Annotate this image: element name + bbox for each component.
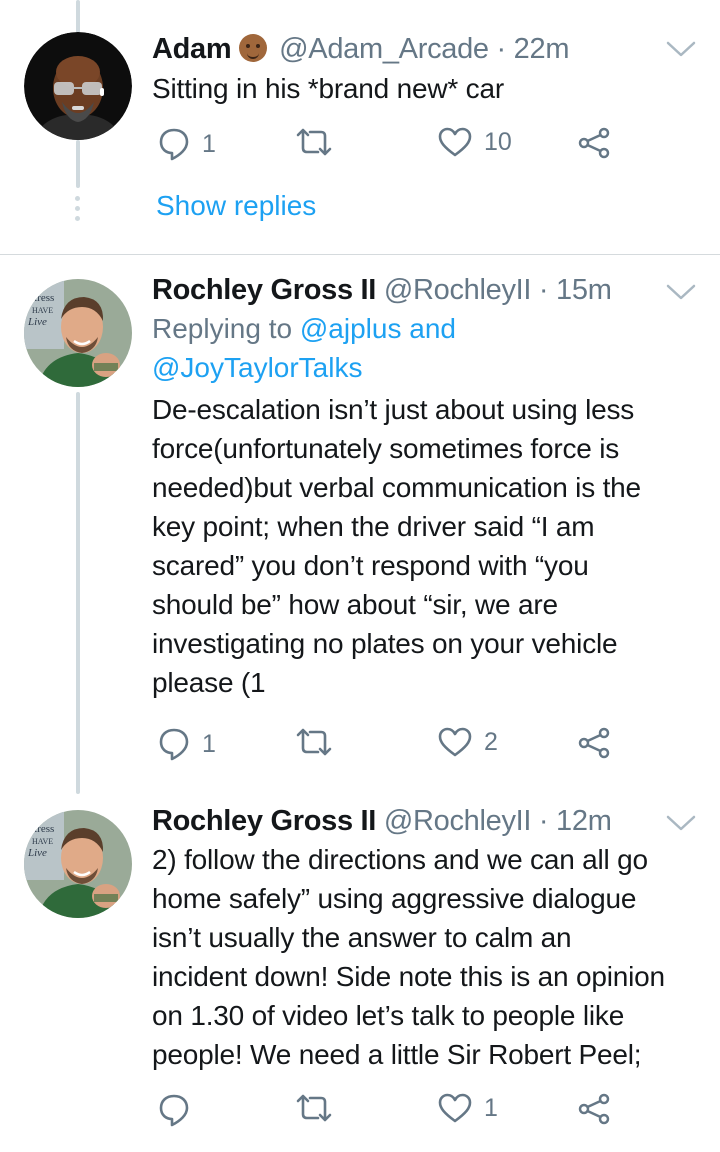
author-name[interactable]: Adam	[152, 33, 232, 65]
reply-icon	[159, 128, 189, 161]
separator: ·	[496, 33, 507, 65]
like-button[interactable]: 10	[438, 127, 512, 157]
tweet-text-line: on 1.30 of video let’s talk to people li…	[152, 1000, 625, 1031]
retweet-button[interactable]	[294, 1093, 346, 1123]
share-button[interactable]	[578, 127, 612, 159]
emoji-icon	[239, 34, 268, 62]
avatar-adam[interactable]	[24, 32, 132, 140]
author-handle[interactable]: @RochleyII	[384, 805, 532, 837]
share-icon	[578, 727, 610, 759]
heart-icon	[438, 127, 472, 157]
author-name[interactable]: Rochley Gross II	[152, 274, 376, 306]
tweet-text: Sitting in his *brand new* car	[152, 73, 504, 104]
tweet-text-line: investigating no plates on your vehicle	[152, 628, 618, 659]
replying-to-label: Replying to	[152, 313, 293, 344]
tweet-actions: 1	[152, 1093, 622, 1133]
author-handle[interactable]: @RochleyII	[384, 274, 532, 306]
reply-button[interactable]: 1	[158, 127, 216, 161]
avatar-rochley[interactable]: Stress HAVE Live	[24, 810, 132, 918]
share-button[interactable]	[578, 1093, 612, 1125]
reply-button[interactable]: 1	[158, 727, 216, 761]
author-name[interactable]: Rochley Gross II	[152, 805, 376, 837]
tweet-header: Rochley Gross II @RochleyII · 15m	[152, 271, 690, 309]
tweet-adam[interactable]: Adam @Adam_Arcade · 22m Sitting in his *…	[0, 0, 720, 254]
tweet-header: Rochley Gross II @RochleyII · 12m	[152, 802, 690, 840]
retweet-icon	[296, 1094, 332, 1122]
tweet-actions: 1 10	[152, 127, 622, 167]
tweet-text-line: people! We need a little Sir Robert Peel…	[152, 1039, 642, 1070]
tweet-content-rochley-2: Rochley Gross II @RochleyII · 12m 2) fol…	[152, 802, 690, 1074]
mention-ajplus[interactable]: @ajplus	[300, 313, 402, 344]
chevron-down-icon[interactable]	[665, 812, 697, 834]
like-count: 1	[484, 1093, 498, 1122]
tweet-text-line: De-escalation isn’t just about using les…	[152, 394, 635, 425]
heart-icon	[438, 727, 472, 757]
mention-and[interactable]: and	[409, 313, 456, 344]
share-icon	[578, 1093, 610, 1125]
tweet-actions: 1 2	[152, 727, 622, 767]
reply-icon	[159, 1094, 189, 1127]
reply-count: 1	[202, 729, 216, 758]
tweet-text-line: home safely” using aggressive dialogue	[152, 883, 637, 914]
avatar-sign-text-3: Live	[27, 316, 47, 328]
show-replies-link[interactable]: Show replies	[156, 190, 316, 222]
tweet-text-line: 2) follow the directions and we can all …	[152, 844, 648, 875]
avatar-sign-text-1: Stress	[28, 292, 54, 304]
tweet-text-line: force(unfortunately sometimes force is	[152, 433, 620, 464]
separator: ·	[538, 805, 549, 837]
tweet-header: Adam @Adam_Arcade · 22m	[152, 30, 690, 68]
tweet-time[interactable]: 15m	[556, 274, 612, 306]
mention-joytaylortalks[interactable]: @JoyTaylorTalks	[152, 352, 362, 383]
tweet-content-adam: Adam @Adam_Arcade · 22m Sitting in his *…	[152, 30, 690, 108]
tweet-text-line: incident down! Side note this is an opin…	[152, 961, 665, 992]
heart-icon	[438, 1093, 472, 1123]
tweet-text: De-escalation isn’t just about using les…	[152, 390, 690, 702]
tweet-text-line: should be” how about “sir, we are	[152, 589, 558, 620]
tweet-rochley-1[interactable]: Stress HAVE Live Rochley Gross II @Rochl…	[0, 255, 720, 775]
share-icon	[578, 127, 610, 159]
tweet-text: 2) follow the directions and we can all …	[152, 840, 690, 1074]
avatar-sign-text-2: HAVE	[32, 837, 53, 846]
tweet-text-line: please (1	[152, 667, 266, 698]
author-handle[interactable]: @Adam_Arcade	[279, 33, 489, 65]
chevron-down-icon[interactable]	[665, 38, 697, 60]
reply-button[interactable]	[158, 1093, 202, 1127]
avatar-rochley[interactable]: Stress HAVE Live	[24, 279, 132, 387]
tweet-rochley-2[interactable]: Stress HAVE Live Rochley Gross II @Rochl…	[0, 790, 720, 1152]
avatar-sign-text-1: Stress	[28, 823, 54, 835]
tweet-content-rochley-1: Rochley Gross II @RochleyII · 15m Replyi…	[152, 271, 690, 702]
like-button[interactable]: 2	[438, 727, 498, 757]
avatar-sign-text-3: Live	[27, 847, 47, 859]
tweet-time[interactable]: 12m	[556, 805, 612, 837]
retweet-button[interactable]	[294, 727, 346, 757]
separator: ·	[538, 274, 549, 306]
tweet-text-line: isn’t usually the answer to calm an	[152, 922, 572, 953]
chevron-down-icon[interactable]	[665, 281, 697, 303]
retweet-button[interactable]	[294, 127, 346, 157]
avatar-sign-text-2: HAVE	[32, 306, 53, 315]
reply-icon	[159, 728, 189, 761]
tweet-text-line: scared” you don’t respond with “you	[152, 550, 589, 581]
tweet-text-line: key point; when the driver said “I am	[152, 511, 595, 542]
like-count: 2	[484, 727, 498, 756]
replying-to: Replying to @ajplus and	[152, 309, 690, 348]
retweet-icon	[296, 728, 332, 756]
share-button[interactable]	[578, 727, 612, 759]
reply-count: 1	[202, 129, 216, 158]
tweet-time[interactable]: 22m	[514, 33, 570, 65]
like-count: 10	[484, 127, 512, 156]
tweet-text-line: needed)but verbal communication is the	[152, 472, 641, 503]
like-button[interactable]: 1	[438, 1093, 498, 1123]
retweet-icon	[296, 128, 332, 156]
replying-to-line-2: @JoyTaylorTalks	[152, 348, 690, 387]
